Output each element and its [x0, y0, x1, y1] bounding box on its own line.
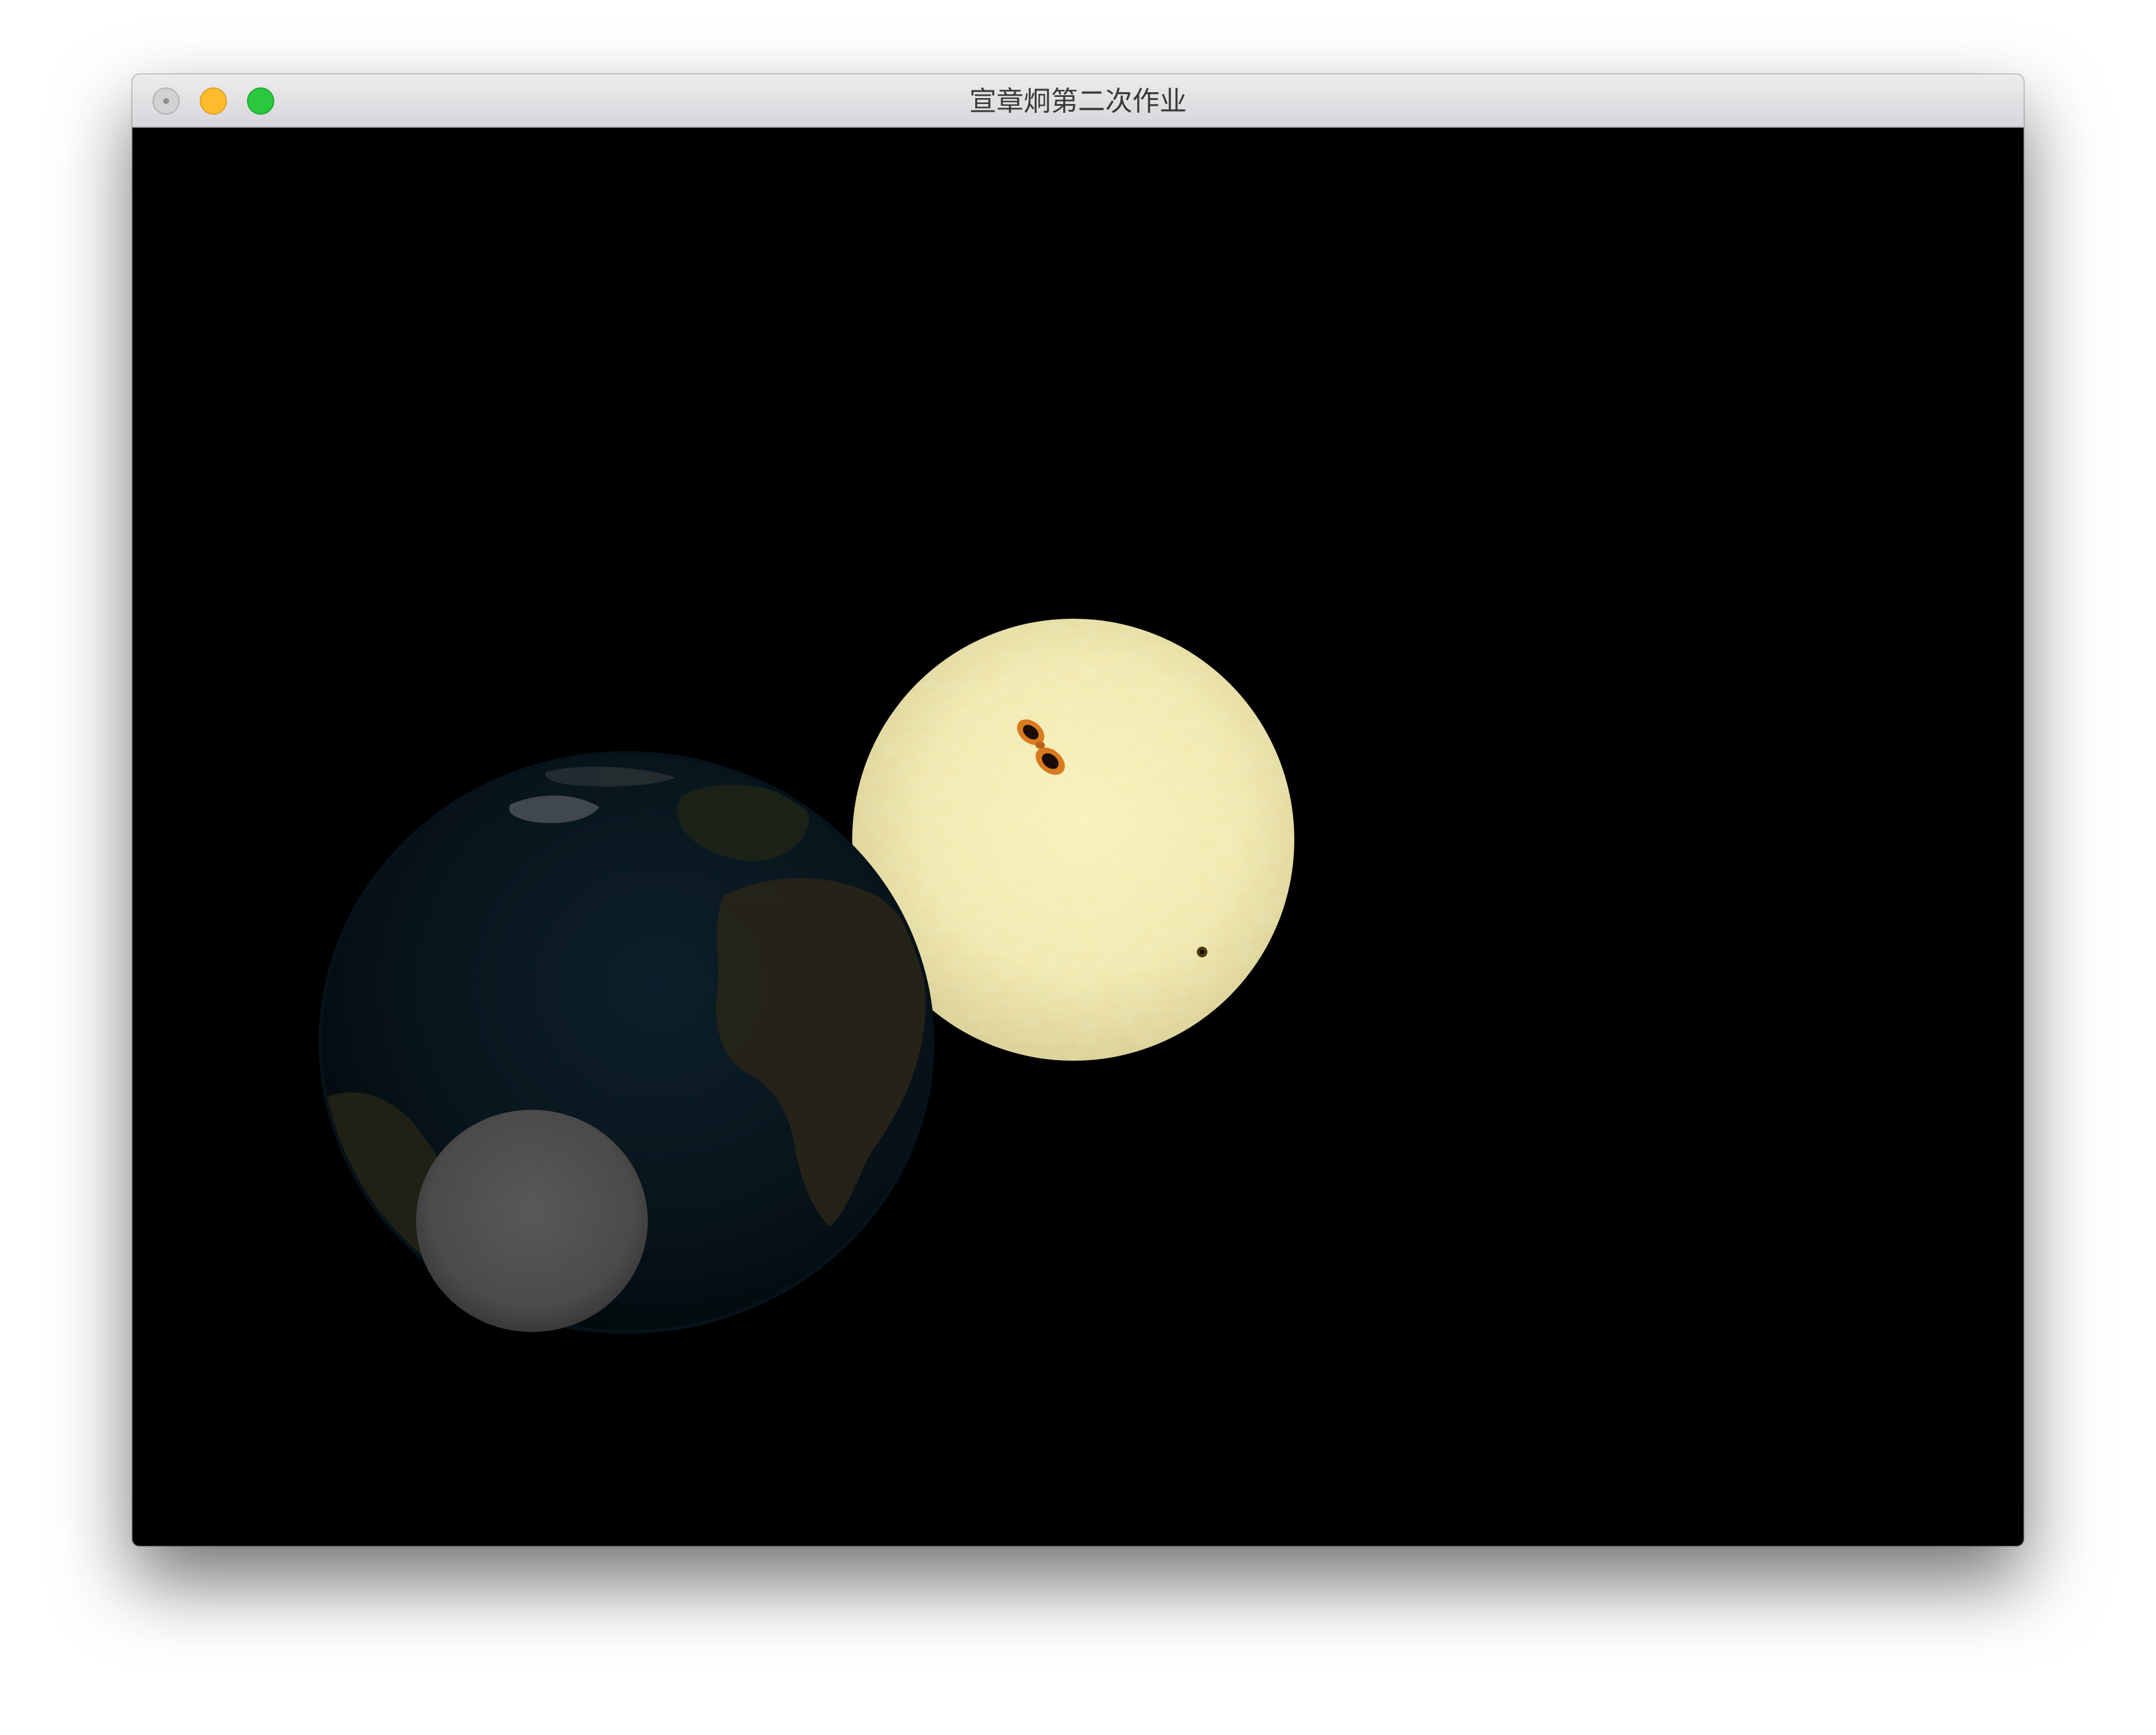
moon-sphere — [416, 1110, 648, 1332]
render-canvas[interactable] — [132, 128, 2024, 1546]
app-window: 宣章炯第二次作业 — [132, 74, 2024, 1546]
window-title: 宣章炯第二次作业 — [969, 85, 1187, 117]
scene-svg — [319, 619, 1294, 1334]
title-bar[interactable]: 宣章炯第二次作业 — [132, 74, 2024, 128]
